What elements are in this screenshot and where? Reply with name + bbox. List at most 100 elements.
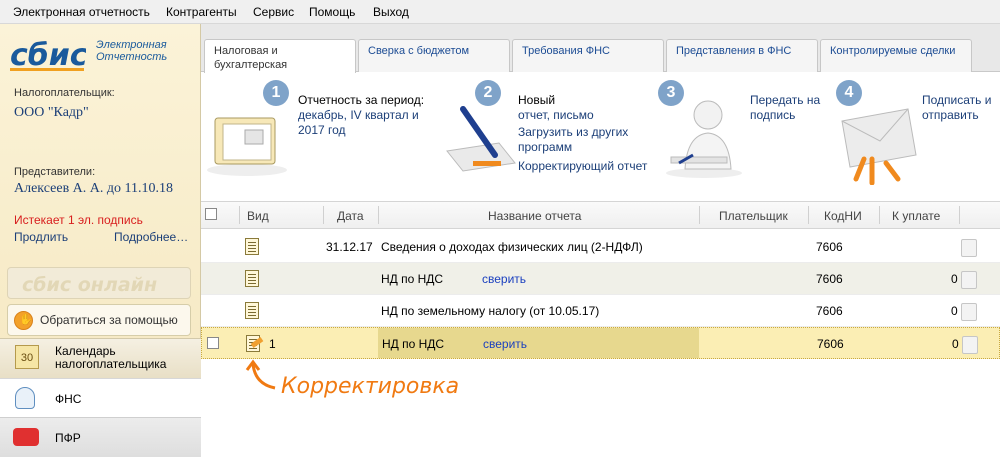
- row-correction-number: 1: [269, 337, 276, 351]
- row-code: 7606: [816, 240, 843, 254]
- document-icon: [245, 270, 259, 287]
- document-icon: [245, 302, 259, 319]
- menu-bar: Электронная отчетность Контрагенты Серви…: [0, 0, 1000, 24]
- table-row-selected[interactable]: 1 НД по НДС сверить 7606 0: [201, 327, 1000, 359]
- sbis-online-button[interactable]: сбис онлайн: [7, 267, 191, 299]
- menu-item-service[interactable]: Сервис: [253, 5, 294, 19]
- header-payment[interactable]: К уплате: [892, 209, 940, 223]
- step-2-text: Новый отчет, письмо Загрузить из других …: [518, 93, 647, 174]
- taxpayer-label: Налогоплательщик:: [14, 87, 115, 99]
- step-3-badge: 3: [658, 80, 684, 106]
- step-1-text[interactable]: Отчетность за период: декабрь, IV кварта…: [298, 93, 424, 138]
- step-1-period-line2[interactable]: 2017 год: [298, 123, 424, 138]
- logo-subtitle-line1: Электронная: [96, 39, 167, 51]
- row-report-name[interactable]: Сведения о доходах физических лиц (2-НДФ…: [381, 240, 643, 254]
- step-3-label-line2: подпись: [750, 108, 796, 122]
- print-icon[interactable]: [961, 303, 977, 321]
- expire-warning: Истекает 1 эл. подпись: [14, 213, 143, 227]
- nav-pfr-label: ПФР: [55, 431, 81, 445]
- menu-item-reporting[interactable]: Электронная отчетность: [13, 5, 150, 19]
- menu-item-exit[interactable]: Выход: [373, 5, 409, 19]
- row-code: 7606: [816, 304, 843, 318]
- row-checkbox[interactable]: [207, 337, 219, 349]
- row-payment: 0: [952, 337, 959, 351]
- header-separator: [808, 206, 809, 224]
- row-report-name[interactable]: НД по НДС: [381, 272, 443, 286]
- step-4-label-line2: отправить: [922, 108, 979, 122]
- fns-emblem-icon: [15, 387, 35, 409]
- header-code[interactable]: КодНИ: [824, 209, 862, 223]
- tab-fns-requirements[interactable]: Требования ФНС: [512, 39, 664, 72]
- tab-controlled-deals[interactable]: Контролируемые сделки: [820, 39, 972, 72]
- envelope-illustration: [841, 108, 917, 185]
- step-1-period-line1[interactable]: декабрь, IV квартал и: [298, 108, 424, 123]
- pfr-logo-icon: [13, 428, 39, 446]
- table-row[interactable]: НД по НДС сверить 7606 0: [201, 263, 1000, 295]
- header-separator: [323, 206, 324, 224]
- tab-tax-accounting[interactable]: Налоговая и бухгалтерская отчетность: [204, 39, 356, 85]
- print-icon[interactable]: [961, 271, 977, 289]
- table-header: Вид Дата Название отчета Плательщик КодН…: [201, 201, 1000, 229]
- nav-calendar[interactable]: 30 Календарь налогоплательщика: [0, 338, 201, 378]
- sidebar: сбис Электронная Отчетность Налогоплател…: [0, 24, 201, 457]
- step-2-badge: 2: [475, 80, 501, 106]
- step-2-new-label: Новый: [518, 93, 556, 107]
- header-separator: [959, 206, 960, 224]
- table-row[interactable]: НД по земельному налогу (от 10.05.17) 76…: [201, 295, 1000, 327]
- taxpayer-value[interactable]: ООО "Кадр": [14, 105, 89, 121]
- step-2-import-link-line1[interactable]: Загрузить из других: [518, 125, 647, 140]
- row-date: 31.12.17: [326, 240, 373, 254]
- step-4-badge: 4: [836, 80, 862, 106]
- row-payment: 0: [951, 304, 958, 318]
- approver-illustration: [666, 100, 742, 178]
- print-icon[interactable]: [961, 239, 977, 257]
- header-type[interactable]: Вид: [247, 209, 269, 223]
- nav-fns-label: ФНС: [55, 392, 82, 406]
- row-reconcile-link[interactable]: сверить: [483, 337, 527, 351]
- header-payer[interactable]: Плательщик: [719, 209, 788, 223]
- row-report-name[interactable]: НД по НДС: [382, 337, 444, 351]
- representatives-value[interactable]: Алексеев А. А. до 11.10.18: [14, 181, 173, 197]
- logo-subtitle: Электронная Отчетность: [96, 39, 167, 63]
- row-reconcile-link[interactable]: сверить: [482, 272, 526, 286]
- menu-item-contractors[interactable]: Контрагенты: [166, 5, 237, 19]
- row-report-name[interactable]: НД по земельному налогу (от 10.05.17): [381, 304, 599, 318]
- print-icon[interactable]: [962, 336, 978, 354]
- header-date[interactable]: Дата: [337, 209, 364, 223]
- workflow-steps: 1 Отчетность за период: декабрь, IV квар…: [201, 73, 1000, 198]
- help-button-label: Обратиться за помощью: [40, 313, 178, 327]
- annotation-arrow-icon: [245, 359, 276, 390]
- representatives-label: Представители:: [14, 166, 96, 178]
- row-code: 7606: [816, 272, 843, 286]
- svg-text:сбис онлайн: сбис онлайн: [22, 274, 157, 296]
- step-1-label: Отчетность за период:: [298, 93, 425, 107]
- step-4-label-line1: Подписать и: [922, 93, 992, 107]
- select-all-checkbox[interactable]: [205, 208, 217, 220]
- step-2-import-link-line2[interactable]: программ: [518, 140, 647, 155]
- extend-link[interactable]: Продлить: [14, 230, 68, 244]
- step-4-text[interactable]: Подписать и отправить: [922, 93, 991, 123]
- step-1-badge: 1: [263, 80, 289, 106]
- tab-tax-accounting-line1: Налоговая и: [214, 45, 278, 57]
- help-button[interactable]: ✋ Обратиться за помощью: [7, 304, 191, 336]
- calendar-icon: 30: [15, 345, 39, 369]
- sbis-online-logo: сбис онлайн: [22, 274, 157, 296]
- tab-fns-submissions[interactable]: Представления в ФНС: [666, 39, 818, 72]
- nav-fns[interactable]: ФНС: [0, 378, 201, 418]
- header-report-name[interactable]: Название отчета: [488, 209, 581, 223]
- pen-document-illustration: [446, 106, 516, 172]
- more-link[interactable]: Подробнее…: [114, 230, 188, 244]
- nav-pfr[interactable]: ПФР: [0, 417, 201, 457]
- tab-bar: Налоговая и бухгалтерская отчетность Све…: [201, 24, 1000, 85]
- header-separator: [239, 206, 240, 224]
- menu-item-help[interactable]: Помощь: [309, 5, 355, 19]
- row-payment: 0: [951, 272, 958, 286]
- step-3-text[interactable]: Передать на подпись: [750, 93, 820, 123]
- tab-budget-reconciliation[interactable]: Сверка с бюджетом: [358, 39, 510, 72]
- sbis-logo: сбис: [10, 38, 86, 72]
- step-2-correction-link[interactable]: Корректирующий отчет: [518, 159, 647, 174]
- step-2-new-report-link[interactable]: отчет, письмо: [518, 108, 647, 123]
- table-row[interactable]: 31.12.17 Сведения о доходах физических л…: [201, 231, 1000, 263]
- logo-subtitle-line2: Отчетность: [96, 51, 168, 63]
- help-icon-glyph: ✋: [19, 314, 33, 326]
